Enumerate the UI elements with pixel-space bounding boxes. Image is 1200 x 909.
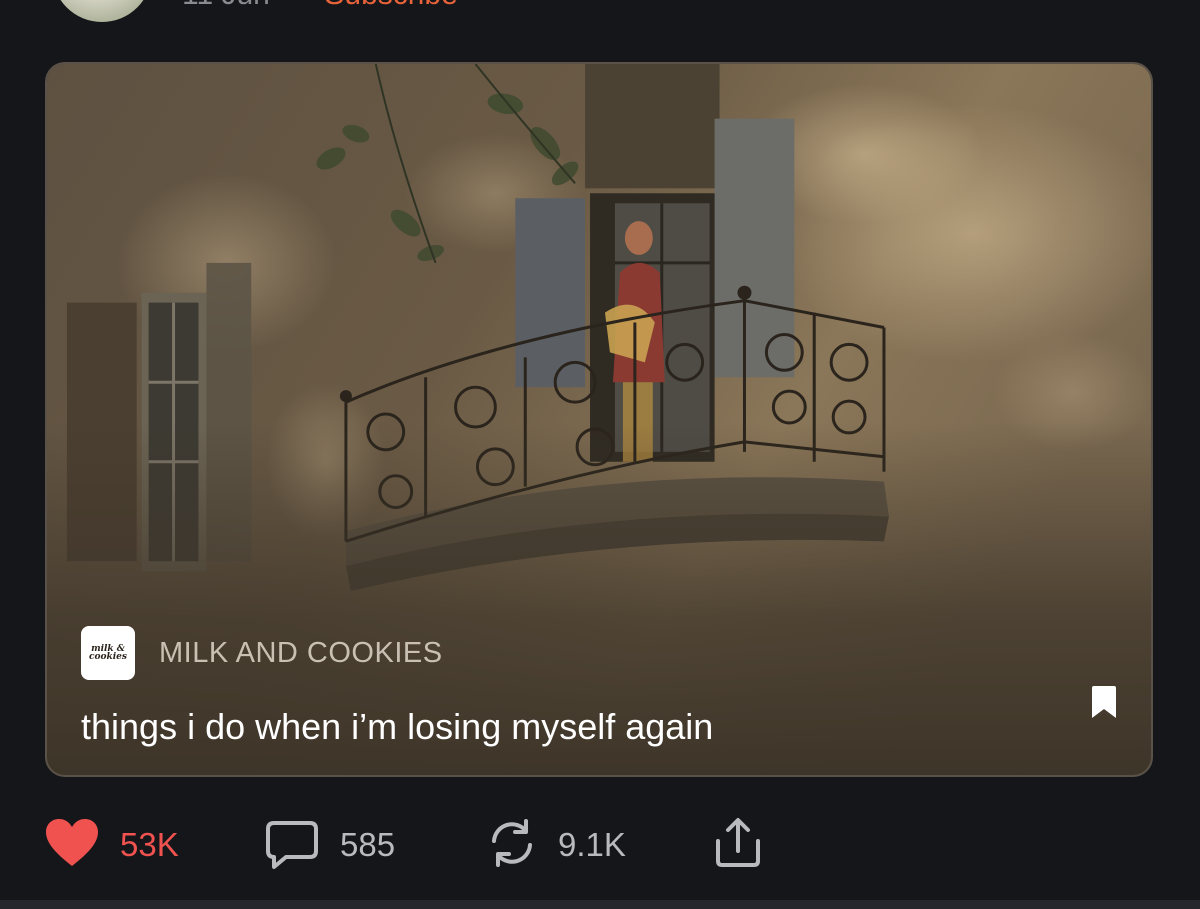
restack-count: 9.1K (558, 826, 626, 863)
bookmark-icon[interactable] (1091, 684, 1117, 720)
comment-count: 585 (340, 826, 396, 863)
author-avatar[interactable] (52, 0, 152, 22)
publication-logo[interactable]: milk & cookies (81, 626, 135, 680)
post-action-bar: 53K 585 9.1K (0, 810, 1200, 880)
restack-button[interactable]: 9.1K (486, 810, 626, 880)
post-meta: 11 Jun • Subscribe (182, 0, 458, 12)
like-button[interactable]: 53K (44, 810, 179, 880)
publication-logo-text-line2: cookies (89, 652, 127, 662)
post-card[interactable]: milk & cookies MILK AND COOKIES things i… (45, 62, 1153, 777)
post-view: 11 Jun • Subscribe (0, 0, 1200, 909)
comment-bubble-icon (264, 815, 320, 876)
meta-separator: • (292, 0, 303, 12)
share-icon (710, 815, 766, 876)
comment-button[interactable]: 585 (264, 810, 395, 880)
divider (0, 900, 1200, 909)
like-count: 53K (120, 826, 179, 863)
post-title[interactable]: things i do when i’m losing myself again (81, 706, 713, 748)
heart-icon (44, 818, 100, 873)
post-date: 11 Jun (182, 0, 270, 11)
publication-name[interactable]: MILK AND COOKIES (159, 636, 443, 670)
share-button[interactable] (710, 810, 766, 880)
restack-icon (486, 817, 538, 874)
subscribe-link[interactable]: Subscribe (324, 0, 457, 11)
